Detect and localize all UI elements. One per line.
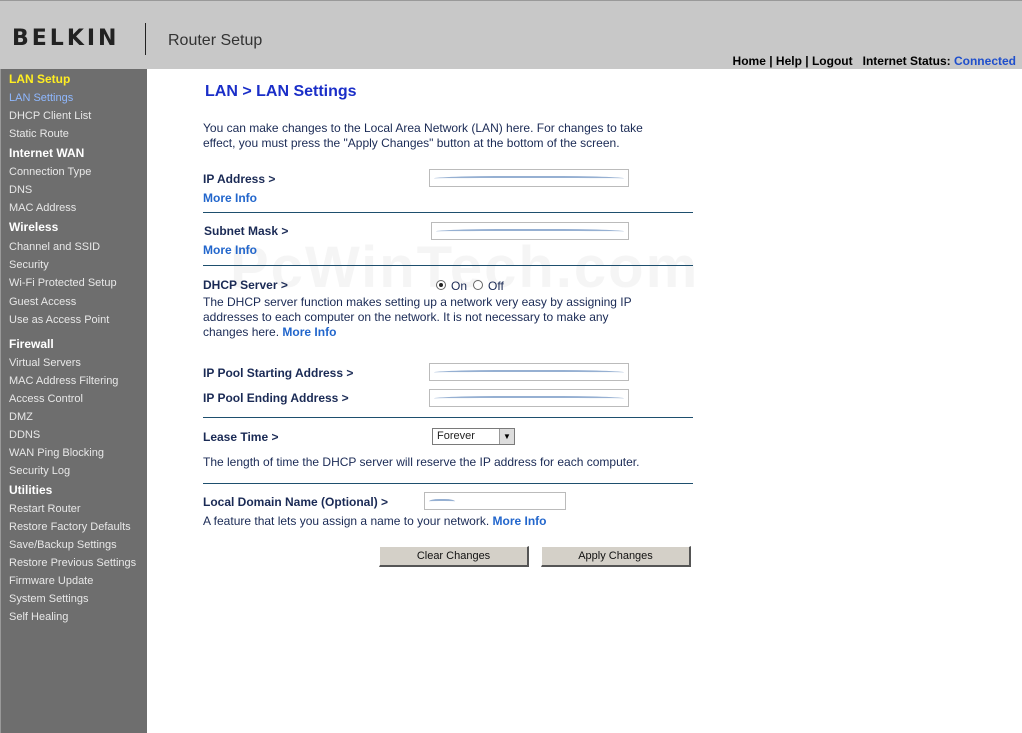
dhcp-off-label: Off [488, 279, 504, 293]
home-link[interactable]: Home [733, 54, 766, 68]
intro-text: You can make changes to the Local Area N… [203, 121, 643, 150]
clear-changes-button[interactable]: Clear Changes [379, 546, 529, 567]
sidebar-item-access-control[interactable]: Access Control [9, 393, 83, 405]
dhcp-on-radio[interactable] [436, 280, 446, 290]
sidebar-item-dmz[interactable]: DMZ [9, 411, 33, 423]
dhcp-more-info-link[interactable]: More Info [282, 325, 336, 339]
sidebar-item-static-route[interactable]: Static Route [9, 128, 69, 140]
local-domain-description-text: A feature that lets you assign a name to… [203, 514, 490, 528]
divider [203, 265, 693, 266]
sidebar-item-ddns[interactable]: DDNS [9, 429, 40, 441]
divider [203, 483, 693, 484]
subnet-mask-label: Subnet Mask > [204, 224, 289, 238]
help-link[interactable]: Help [776, 54, 802, 68]
local-domain-description: A feature that lets you assign a name to… [203, 514, 547, 529]
sidebar-item-restore-factory[interactable]: Restore Factory Defaults [9, 521, 131, 533]
divider [203, 417, 693, 418]
dhcp-description: The DHCP server function makes setting u… [203, 295, 653, 340]
dhcp-server-label: DHCP Server > [203, 278, 288, 292]
dhcp-on-label: On [451, 279, 468, 293]
sidebar-item-guest-access[interactable]: Guest Access [9, 296, 76, 308]
sidebar-item-security[interactable]: Security [9, 259, 49, 271]
sidebar-item-dhcp-client-list[interactable]: DHCP Client List [9, 110, 91, 122]
lease-time-select[interactable]: Forever ▼ [432, 428, 515, 445]
divider [203, 212, 693, 213]
sidebar-item-mac-filtering[interactable]: MAC Address Filtering [9, 375, 118, 387]
sidebar-item-lan-settings[interactable]: LAN Settings [9, 92, 73, 104]
main-content: PcWinTech.com LAN > LAN Settings You can… [147, 69, 1022, 733]
sidebar-section-utilities: Utilities [9, 483, 53, 497]
sidebar-item-connection-type[interactable]: Connection Type [9, 166, 91, 178]
sidebar: LAN Setup LAN Settings DHCP Client List … [0, 69, 147, 733]
lease-time-description: The length of time the DHCP server will … [203, 455, 640, 469]
subnet-mask-field[interactable] [431, 222, 629, 240]
dhcp-description-text: The DHCP server function makes setting u… [203, 295, 632, 339]
apply-changes-button[interactable]: Apply Changes [541, 546, 691, 567]
sidebar-item-system-settings[interactable]: System Settings [9, 593, 88, 605]
sidebar-item-restore-previous[interactable]: Restore Previous Settings [9, 557, 136, 569]
logout-link[interactable]: Logout [812, 54, 853, 68]
lease-time-label: Lease Time > [203, 430, 279, 444]
top-nav: Home | Help | Logout Internet Status: Co… [733, 54, 1016, 68]
nav-separator: | [765, 54, 776, 68]
page-title: LAN > LAN Settings [205, 83, 357, 100]
sidebar-section-firewall: Firewall [9, 337, 54, 351]
internet-status-label: Internet Status: [862, 54, 951, 68]
sidebar-item-virtual-servers[interactable]: Virtual Servers [9, 357, 81, 369]
ip-pool-start-label: IP Pool Starting Address > [203, 366, 354, 380]
sidebar-section-lan-setup: LAN Setup [9, 72, 71, 86]
nav-separator: | [801, 54, 812, 68]
sidebar-item-self-healing[interactable]: Self Healing [9, 611, 68, 623]
local-domain-field[interactable] [424, 492, 566, 510]
sidebar-item-restart-router[interactable]: Restart Router [9, 503, 81, 515]
app-title: Router Setup [168, 32, 263, 49]
local-domain-more-info-link[interactable]: More Info [493, 514, 547, 528]
sidebar-item-wps[interactable]: Wi-Fi Protected Setup [9, 277, 117, 289]
sidebar-section-wireless: Wireless [9, 220, 59, 234]
local-domain-label: Local Domain Name (Optional) > [203, 495, 389, 509]
sidebar-item-mac-address[interactable]: MAC Address [9, 202, 76, 214]
ip-address-label: IP Address > [203, 172, 276, 186]
ip-pool-end-label: IP Pool Ending Address > [203, 391, 349, 405]
logo-divider [145, 23, 146, 55]
ip-pool-start-field[interactable] [429, 363, 629, 381]
sidebar-item-dns[interactable]: DNS [9, 184, 32, 196]
internet-status-value: Connected [953, 54, 1016, 68]
sidebar-item-security-log[interactable]: Security Log [9, 465, 70, 477]
sidebar-item-wan-ping[interactable]: WAN Ping Blocking [9, 447, 104, 459]
ip-pool-end-field[interactable] [429, 389, 629, 407]
sidebar-item-access-point[interactable]: Use as Access Point [9, 314, 109, 326]
sidebar-section-internet-wan: Internet WAN [9, 146, 85, 160]
sidebar-item-channel-ssid[interactable]: Channel and SSID [9, 241, 100, 253]
sidebar-item-save-backup[interactable]: Save/Backup Settings [9, 539, 117, 551]
dhcp-off-radio[interactable] [473, 280, 483, 290]
sidebar-item-firmware-update[interactable]: Firmware Update [9, 575, 93, 587]
ip-address-more-info-link[interactable]: More Info [203, 191, 257, 205]
subnet-mask-more-info-link[interactable]: More Info [203, 243, 257, 257]
lease-time-value: Forever [437, 430, 475, 442]
ip-address-field[interactable] [429, 169, 629, 187]
chevron-down-icon[interactable]: ▼ [499, 429, 514, 444]
belkin-logo: BELKIN [12, 26, 120, 51]
header: BELKIN Router Setup Home | Help | Logout… [0, 0, 1022, 69]
